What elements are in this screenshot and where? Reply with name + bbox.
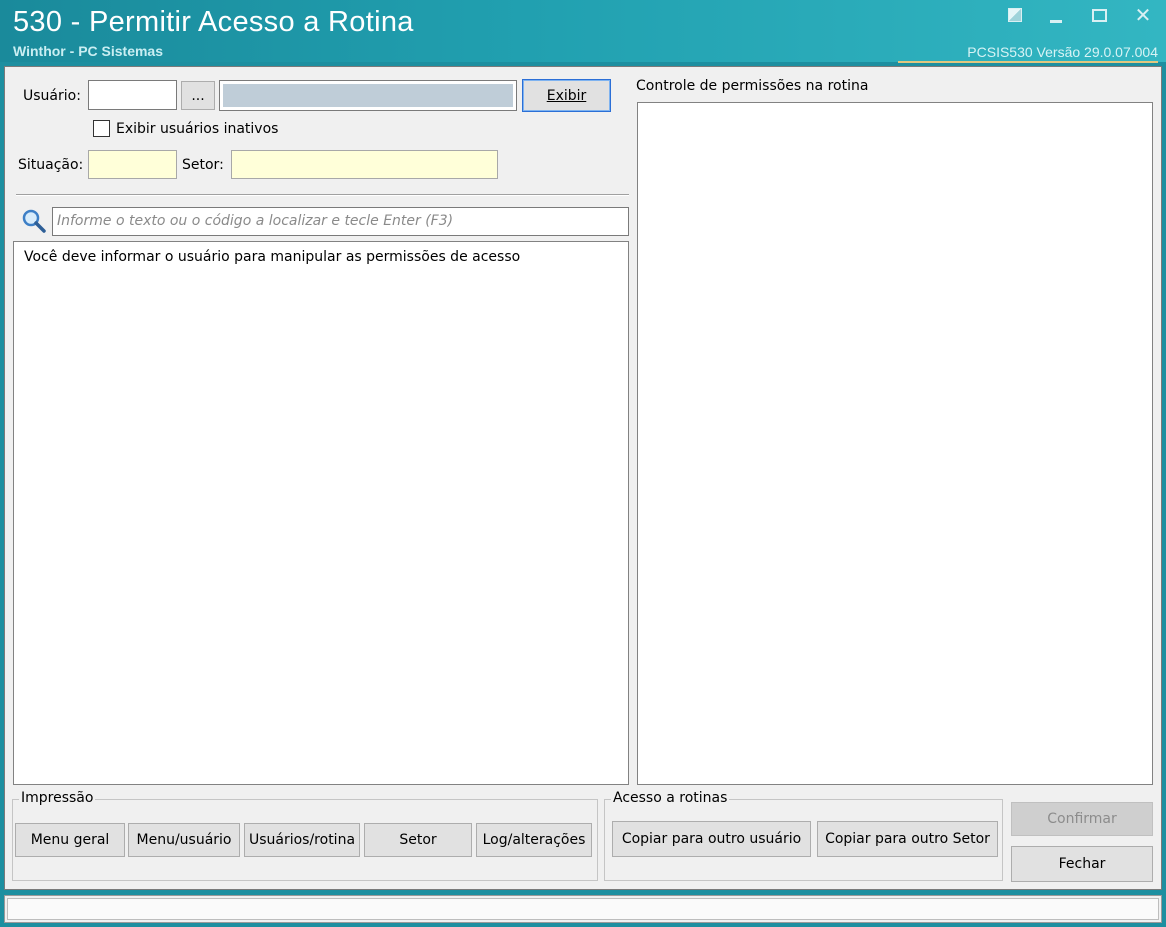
- situacao-label: Situação:: [18, 157, 84, 173]
- title-bar[interactable]: 530 - Permitir Acesso a Rotina Winthor -…: [0, 0, 1166, 63]
- browse-user-label: ...: [191, 87, 205, 104]
- status-bar: [4, 895, 1162, 923]
- setor-label: Setor:: [182, 157, 224, 173]
- version-label: PCSIS530 Versão 29.0.07.004: [898, 44, 1158, 63]
- maximize-icon[interactable]: [1092, 6, 1110, 24]
- exibir-label: Exibir: [546, 87, 587, 104]
- search-placeholder: Informe o texto ou o código a localizar …: [57, 213, 454, 229]
- usuario-name-field: [219, 80, 517, 111]
- menu-usuario-button[interactable]: Menu/usuário: [128, 823, 240, 857]
- usuarios-rotina-label: Usuários/rotina: [248, 832, 356, 848]
- copy-to-setor-label: Copiar para outro Setor: [825, 831, 990, 847]
- fechar-button[interactable]: Fechar: [1011, 846, 1153, 882]
- log-alteracoes-button[interactable]: Log/alterações: [476, 823, 592, 857]
- usuarios-rotina-button[interactable]: Usuários/rotina: [244, 823, 360, 857]
- fechar-label: Fechar: [1058, 856, 1106, 872]
- restore-icon[interactable]: [1008, 6, 1026, 24]
- window-title: 530 - Permitir Acesso a Rotina: [13, 6, 414, 38]
- exibir-button[interactable]: Exibir: [522, 79, 611, 112]
- log-alteracoes-label: Log/alterações: [482, 832, 586, 848]
- usuario-code-input[interactable]: [88, 80, 177, 110]
- setor-button-label: Setor: [399, 832, 437, 848]
- inactive-users-checkbox[interactable]: [93, 120, 110, 137]
- search-input[interactable]: Informe o texto ou o código a localizar …: [52, 207, 629, 236]
- close-icon[interactable]: ✕: [1134, 5, 1152, 25]
- confirmar-label: Confirmar: [1047, 811, 1117, 827]
- setor-button[interactable]: Setor: [364, 823, 472, 857]
- search-icon[interactable]: [21, 208, 47, 234]
- inactive-users-label: Exibir usuários inativos: [116, 121, 279, 137]
- impressao-legend: Impressão: [19, 790, 96, 806]
- acesso-legend: Acesso a rotinas: [611, 790, 730, 806]
- situacao-field[interactable]: [88, 150, 177, 179]
- status-panel: [7, 898, 1159, 920]
- usuario-label: Usuário:: [23, 88, 81, 104]
- client-area: Usuário: ... Exibir Exibir usuários inat…: [4, 66, 1162, 890]
- copy-to-setor-button[interactable]: Copiar para outro Setor: [817, 821, 998, 857]
- window-subtitle: Winthor - PC Sistemas: [13, 43, 164, 59]
- setor-field[interactable]: [231, 150, 498, 179]
- menu-geral-label: Menu geral: [30, 832, 110, 848]
- confirmar-button[interactable]: Confirmar: [1011, 802, 1153, 836]
- minimize-icon[interactable]: [1050, 6, 1068, 24]
- routine-list[interactable]: Você deve informar o usuário para manipu…: [13, 241, 629, 785]
- permissions-title: Controle de permissões na rotina: [636, 78, 869, 94]
- menu-geral-button[interactable]: Menu geral: [15, 823, 125, 857]
- list-message: Você deve informar o usuário para manipu…: [24, 249, 521, 265]
- permissions-tree[interactable]: [637, 102, 1153, 785]
- divider: [16, 194, 629, 196]
- browse-user-button[interactable]: ...: [181, 81, 215, 110]
- copy-to-user-button[interactable]: Copiar para outro usuário: [612, 821, 811, 857]
- copy-to-user-label: Copiar para outro usuário: [621, 831, 802, 847]
- window-controls: ✕: [1008, 5, 1152, 25]
- menu-usuario-label: Menu/usuário: [136, 832, 232, 848]
